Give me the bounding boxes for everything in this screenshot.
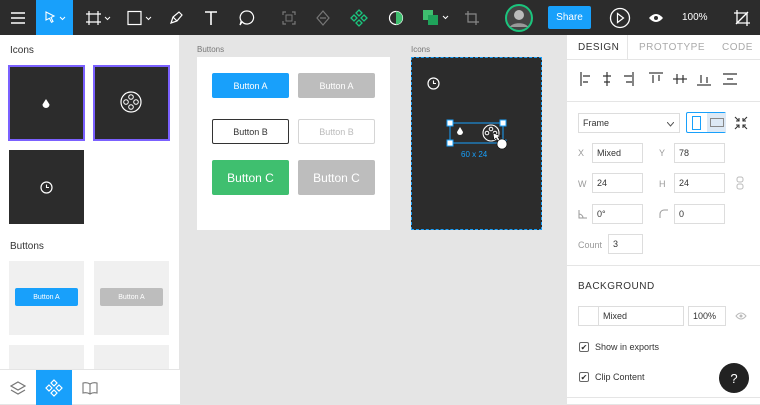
move-tool-button[interactable]	[36, 0, 73, 35]
library-book-icon[interactable]	[72, 370, 108, 405]
visibility-eye-icon[interactable]	[735, 312, 747, 320]
thumb-clock-icon[interactable]	[9, 150, 84, 224]
corner-radius-input[interactable]: 0	[674, 204, 725, 224]
thumb-button-label: Button A	[15, 288, 78, 306]
rotation-input[interactable]: 0°	[592, 204, 643, 224]
x-input[interactable]: Mixed	[592, 143, 643, 163]
align-icons[interactable]	[579, 71, 749, 87]
thumb-button-b[interactable]	[9, 345, 84, 369]
tab-prototype[interactable]: PROTOTYPE	[639, 35, 705, 59]
tab-code[interactable]: CODE	[722, 35, 753, 59]
component-frame-icon[interactable]	[278, 0, 300, 35]
text-tool-icon[interactable]	[200, 0, 222, 35]
count-label: Count	[578, 240, 603, 250]
thumb-button-label: Button A	[100, 288, 163, 306]
film-reel-icon	[120, 91, 142, 113]
h-label: H	[659, 179, 666, 189]
background-fill-input[interactable]: Mixed	[578, 306, 684, 326]
thumb-drop-icon[interactable]	[8, 65, 85, 141]
y-input[interactable]: 78	[674, 143, 725, 163]
clock-icon[interactable]	[427, 77, 440, 90]
frame-select-value: Frame	[583, 118, 610, 128]
orientation-toggle[interactable]	[686, 112, 726, 133]
layers-icon[interactable]	[0, 370, 36, 405]
thumb-button-a-disabled[interactable]: Button A	[94, 261, 169, 335]
rotation-icon	[578, 210, 587, 219]
show-in-exports-checkbox[interactable]: ✔	[579, 342, 589, 352]
constrain-proportions-icon[interactable]	[736, 176, 744, 190]
share-button[interactable]: Share	[548, 6, 591, 29]
mask-icon[interactable]	[384, 0, 408, 35]
avatar[interactable]	[504, 0, 534, 35]
button-a-primary[interactable]: Button A	[212, 73, 289, 98]
icons-frame[interactable]: 60 x 24	[411, 57, 542, 230]
button-b-primary[interactable]: Button B	[212, 119, 289, 144]
toolbar: Share 100%	[0, 0, 760, 35]
thumb-film-icon[interactable]	[93, 65, 170, 141]
button-a-disabled[interactable]: Button A	[298, 73, 375, 98]
selection-box[interactable]	[446, 118, 512, 150]
crop-icon[interactable]	[460, 0, 484, 35]
height-input[interactable]: 24	[674, 173, 725, 193]
fit-icon[interactable]	[728, 0, 756, 35]
portrait-icon[interactable]	[692, 116, 701, 130]
divider	[567, 59, 760, 60]
divider	[567, 101, 760, 102]
tab-design[interactable]: DESIGN	[578, 35, 619, 59]
corner-radius-icon	[659, 209, 668, 218]
comment-tool-icon[interactable]	[236, 0, 258, 35]
resize-to-fit-icon[interactable]	[734, 116, 748, 130]
icons-frame-label[interactable]: Icons	[411, 45, 430, 54]
background-fill-value: Mixed	[603, 311, 628, 321]
icons-section-heading: Icons	[10, 45, 34, 56]
button-c-primary[interactable]: Button C	[212, 160, 289, 195]
y-label: Y	[659, 148, 666, 158]
frame-select[interactable]: Frame	[578, 113, 680, 133]
show-in-exports-label: Show in exports	[595, 342, 660, 352]
clip-content-checkbox[interactable]: ✔	[579, 372, 589, 382]
count-input[interactable]: 3	[608, 234, 643, 254]
selection-size-label: 60 x 24	[461, 150, 488, 159]
landscape-icon[interactable]	[710, 118, 724, 127]
boolean-icon[interactable]	[312, 0, 334, 35]
divider	[567, 397, 760, 398]
thumb-button-b-disabled[interactable]	[94, 345, 169, 369]
tab-divider	[627, 35, 628, 59]
pen-tool-icon[interactable]	[164, 0, 188, 35]
chevron-down-icon	[667, 122, 674, 127]
canvas[interactable]: Buttons Icons Button A Button A Button B…	[181, 35, 566, 404]
left-panel-tabs	[0, 369, 180, 405]
frame-tool-icon[interactable]	[82, 0, 114, 35]
divider	[567, 265, 760, 266]
width-input[interactable]: 24	[592, 173, 643, 193]
menu-icon[interactable]	[0, 0, 36, 35]
drop-icon	[42, 99, 50, 108]
present-icon[interactable]	[606, 0, 634, 35]
button-c-disabled[interactable]: Button C	[298, 160, 375, 195]
background-heading: BACKGROUND	[578, 281, 655, 292]
w-label: W	[578, 179, 587, 189]
left-panel: Icons Buttons Button A Button A	[0, 35, 180, 405]
zoom-level[interactable]: 100%	[682, 0, 708, 35]
clock-icon	[40, 181, 53, 194]
buttons-frame-label[interactable]: Buttons	[197, 45, 224, 54]
fill-icon[interactable]	[420, 0, 452, 35]
create-component-icon[interactable]	[347, 0, 371, 35]
clip-content-label: Clip Content	[595, 372, 645, 382]
eye-icon[interactable]	[644, 0, 668, 35]
color-swatch[interactable]	[579, 307, 599, 325]
opacity-input[interactable]: 100%	[688, 306, 726, 326]
shape-tool-icon[interactable]	[124, 0, 156, 35]
x-label: X	[578, 148, 585, 158]
buttons-section-heading: Buttons	[10, 241, 44, 252]
thumb-button-a[interactable]: Button A	[9, 261, 84, 335]
help-button[interactable]: ?	[719, 363, 749, 393]
buttons-frame[interactable]: Button A Button A Button B Button B Butt…	[197, 57, 390, 230]
properties-panel: DESIGN PROTOTYPE CODE Frame X Mixed Y 78…	[566, 35, 760, 404]
components-icon[interactable]	[36, 370, 72, 405]
button-b-disabled[interactable]: Button B	[298, 119, 375, 144]
